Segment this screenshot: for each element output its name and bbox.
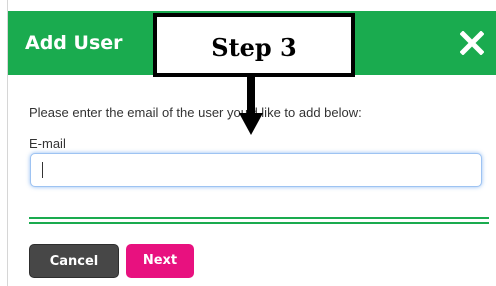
text-caret (42, 162, 43, 178)
down-arrow-icon (239, 77, 263, 135)
next-button[interactable]: Next (126, 244, 194, 278)
email-input[interactable] (30, 153, 482, 187)
section-divider (29, 217, 489, 224)
instruction-text: Please enter the email of the user you'd… (29, 105, 362, 120)
step-callout: Step 3 (153, 13, 355, 77)
dialog-title: Add User (25, 32, 123, 54)
cancel-button[interactable]: Cancel (29, 244, 119, 278)
email-label: E-mail (29, 136, 66, 151)
close-icon[interactable] (460, 31, 484, 55)
step-callout-label: Step 3 (211, 33, 297, 62)
